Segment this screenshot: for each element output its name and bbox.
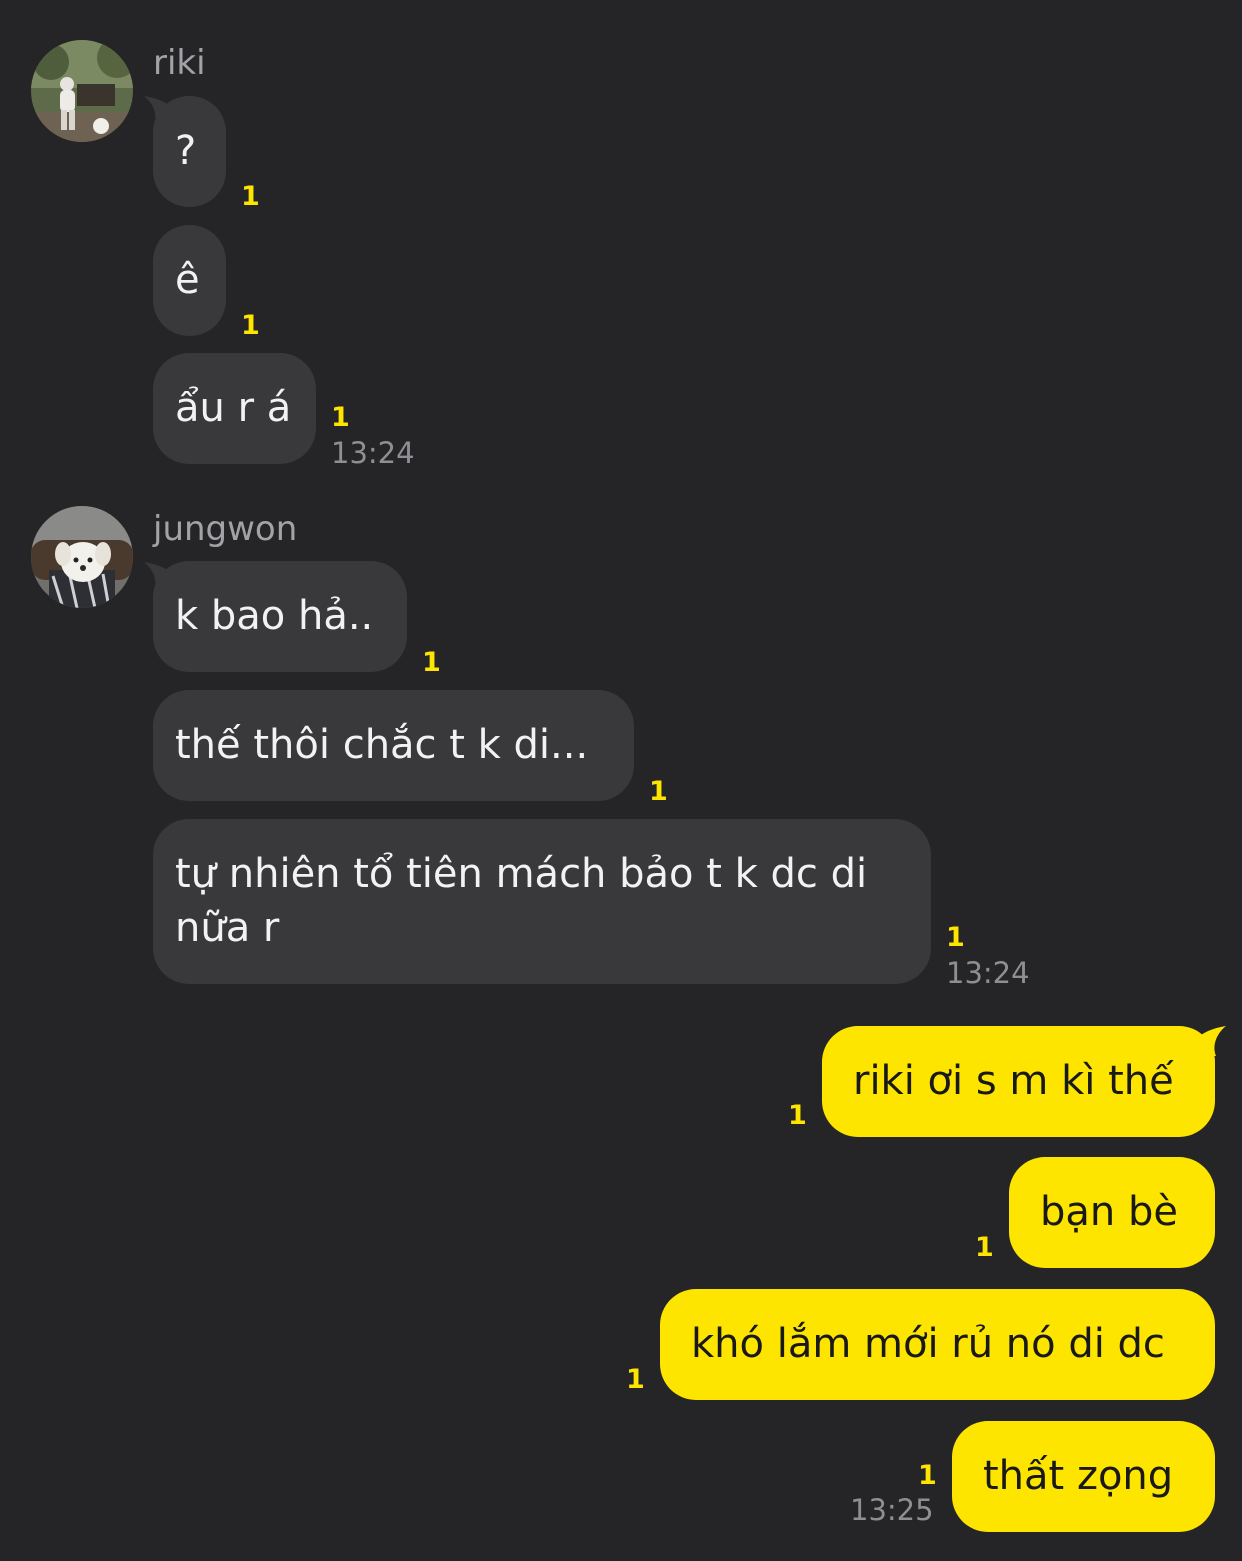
message-timestamp: 13:25 — [850, 1493, 934, 1527]
message-bubble[interactable]: tự nhiên tổ tiên mách bảo t k dc di nữa … — [153, 819, 931, 984]
message-timestamp: 13:24 — [331, 436, 415, 470]
unread-count: 1 — [241, 310, 260, 341]
unread-count: 1 — [946, 922, 965, 953]
message-bubble[interactable]: ê — [153, 225, 226, 336]
message-bubble[interactable]: bạn bè — [1009, 1157, 1215, 1268]
unread-count: 1 — [422, 647, 441, 678]
message-timestamp: 13:24 — [946, 956, 1030, 990]
avatar-jungwon[interactable] — [31, 506, 133, 608]
unread-count: 1 — [649, 776, 668, 807]
message-bubble[interactable]: khó lắm mới rủ nó di dc — [660, 1289, 1215, 1400]
message-bubble[interactable]: riki ơi s m kì thế — [822, 1026, 1215, 1137]
message-bubble[interactable]: k bao hả.. — [153, 561, 407, 672]
sender-name-riki: riki — [153, 43, 206, 83]
message-bubble[interactable]: thất zọng — [952, 1421, 1215, 1532]
unread-count: 1 — [918, 1460, 937, 1491]
sender-name-jungwon: jungwon — [153, 509, 298, 549]
unread-count: 1 — [975, 1232, 994, 1263]
avatar-jungwon-image — [31, 506, 133, 608]
message-bubble[interactable]: ẩu r á — [153, 353, 316, 464]
avatar-riki[interactable] — [31, 40, 133, 142]
avatar-riki-image — [31, 40, 133, 142]
message-bubble[interactable]: ? — [153, 96, 226, 207]
unread-count: 1 — [331, 402, 350, 433]
unread-count: 1 — [788, 1100, 807, 1131]
unread-count: 1 — [241, 181, 260, 212]
unread-count: 1 — [626, 1364, 645, 1395]
message-bubble[interactable]: thế thôi chắc t k di... — [153, 690, 634, 801]
